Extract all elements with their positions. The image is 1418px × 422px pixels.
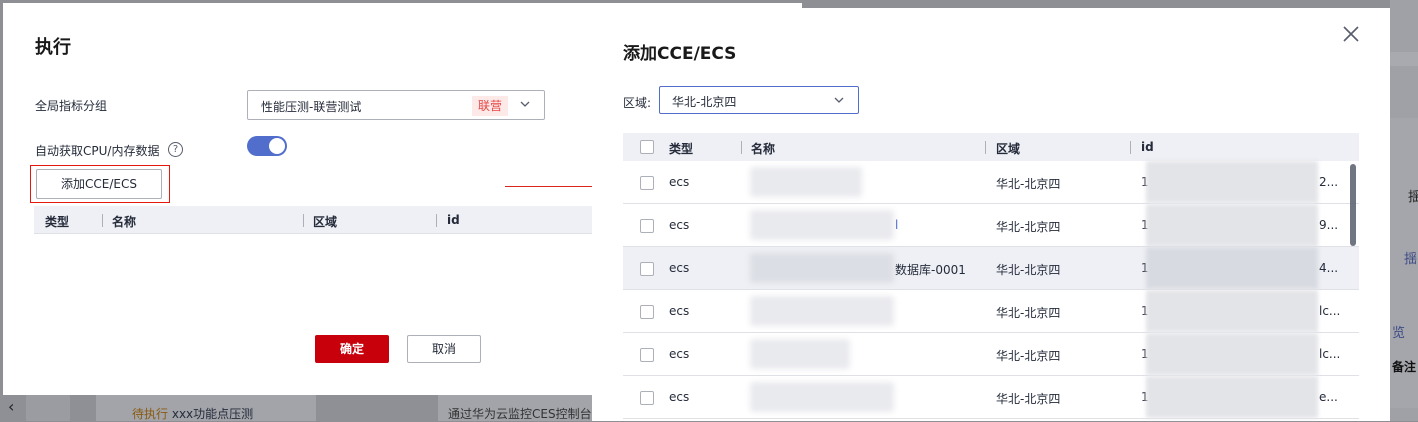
region-label: 区域:	[623, 96, 652, 110]
confirm-button[interactable]: 确定	[315, 335, 389, 363]
cancel-button[interactable]: 取消	[407, 335, 481, 363]
redacted-name	[750, 210, 894, 240]
column-type: 类型	[45, 215, 70, 229]
metric-group-label: 全局指标分组	[35, 99, 108, 113]
column-type: 类型	[669, 142, 694, 156]
row-name: l	[895, 218, 899, 232]
toggle-knob	[269, 138, 285, 154]
row-type: ecs	[669, 347, 690, 361]
redacted-id	[1146, 247, 1318, 289]
close-icon[interactable]	[1342, 25, 1360, 43]
column-separator	[303, 214, 304, 227]
chevron-left-icon: ‹	[8, 397, 15, 416]
background-link: 揺	[1404, 252, 1418, 267]
redacted-name	[750, 382, 894, 412]
table-row[interactable]: ecs 华北-北京四 1 2...	[623, 161, 1359, 204]
column-id: id	[447, 213, 460, 227]
auto-fetch-toggle[interactable]	[247, 136, 287, 156]
chevron-down-icon	[520, 101, 530, 107]
row-id-suffix: lc...	[1319, 304, 1341, 318]
table-row[interactable]: ecs l 华北-北京四 1 9...	[623, 204, 1359, 247]
redacted-id	[1146, 161, 1318, 203]
row-region: 华北-北京四	[996, 263, 1061, 277]
column-region: 区域	[996, 142, 1021, 156]
dialog-title: 添加CCE/ECS	[623, 44, 737, 64]
dialog-title: 执行	[35, 37, 71, 58]
redacted-name	[750, 339, 850, 369]
task-status: 待执行	[132, 407, 169, 421]
table-row[interactable]: ecs 华北-北京四 1 e...	[623, 376, 1359, 419]
row-id-suffix: e...	[1319, 390, 1338, 404]
auto-fetch-label: 自动获取CPU/内存数据	[35, 144, 160, 158]
row-id-suffix: 9...	[1319, 218, 1339, 232]
row-name: 数据库-0001	[895, 263, 966, 277]
row-id-suffix: 2...	[1319, 175, 1339, 189]
background-task: 待执行 xxx功能点压测	[132, 405, 253, 422]
column-separator	[1130, 141, 1131, 154]
redacted-id	[1146, 290, 1318, 332]
row-checkbox[interactable]	[640, 176, 654, 190]
background-page-right: 揺 揺 览 备注	[1390, 0, 1418, 421]
column-separator	[741, 141, 742, 154]
table-row[interactable]: ecs 华北-北京四 1 lc...	[623, 333, 1359, 376]
row-region: 华北-北京四	[996, 177, 1061, 191]
redacted-id	[1146, 376, 1318, 418]
metric-group-value: 性能压测-联营测试	[261, 100, 362, 114]
background-strip	[1390, 52, 1418, 66]
table-row[interactable]: ecs 数据库-0001 华北-北京四 1 4...	[623, 247, 1359, 290]
row-type: ecs	[669, 261, 690, 275]
table-row[interactable]: ecs 华北-北京四 1 lc...	[623, 290, 1359, 333]
add-cce-ecs-dialog: 添加CCE/ECS 区域: 华北-北京四 类型 名称 区域 id ecs 华北-…	[592, 8, 1390, 421]
redacted-id	[1146, 333, 1318, 375]
redacted-name	[750, 296, 894, 326]
region-select[interactable]: 华北-北京四	[659, 86, 859, 114]
row-region: 华北-北京四	[996, 306, 1061, 320]
select-all-checkbox[interactable]	[640, 140, 654, 154]
column-id: id	[1141, 140, 1154, 154]
row-checkbox[interactable]	[640, 348, 654, 362]
region-value: 华北-北京四	[672, 95, 737, 109]
task-name: xxx功能点压测	[171, 407, 254, 421]
row-checkbox[interactable]	[640, 262, 654, 276]
chevron-down-icon	[834, 97, 844, 103]
metric-group-select[interactable]: 性能压测-联营测试 联营	[247, 90, 545, 120]
column-region: 区域	[313, 215, 338, 229]
row-checkbox[interactable]	[640, 391, 654, 405]
background-desc: 通过华为云监控CES控制台	[448, 407, 592, 421]
background-link: 览	[1392, 326, 1406, 341]
row-id-suffix: lc...	[1319, 347, 1341, 361]
row-type: ecs	[669, 390, 690, 404]
column-name: 名称	[751, 142, 776, 156]
row-region: 华北-北京四	[996, 349, 1061, 363]
row-checkbox[interactable]	[640, 219, 654, 233]
redacted-id	[1146, 204, 1318, 246]
background-text: 揺	[1408, 190, 1418, 205]
redacted-name	[750, 167, 862, 197]
column-separator	[985, 141, 986, 154]
column-separator	[102, 214, 103, 227]
row-type: ecs	[669, 218, 690, 232]
metric-group-tag: 联营	[472, 96, 509, 116]
background-page-bottom: ‹ 待执行 xxx功能点压测 通过华为云监控CES控制台	[0, 395, 592, 421]
column-name: 名称	[112, 215, 137, 229]
row-checkbox[interactable]	[640, 305, 654, 319]
row-id-suffix: 4...	[1319, 261, 1339, 275]
help-icon[interactable]: ?	[168, 142, 183, 157]
background-column-header: 备注	[1392, 360, 1417, 374]
row-type: ecs	[669, 304, 690, 318]
column-separator	[436, 214, 437, 227]
row-region: 华北-北京四	[996, 392, 1061, 406]
table-scrollbar[interactable]	[1350, 164, 1356, 246]
background-cell	[26, 395, 70, 421]
row-region: 华北-北京四	[996, 220, 1061, 234]
redacted-name	[750, 253, 894, 283]
add-cce-ecs-button[interactable]: 添加CCE/ECS	[36, 169, 162, 199]
row-type: ecs	[669, 175, 690, 189]
instance-table-header: 类型 名称 区域 id	[623, 133, 1359, 161]
